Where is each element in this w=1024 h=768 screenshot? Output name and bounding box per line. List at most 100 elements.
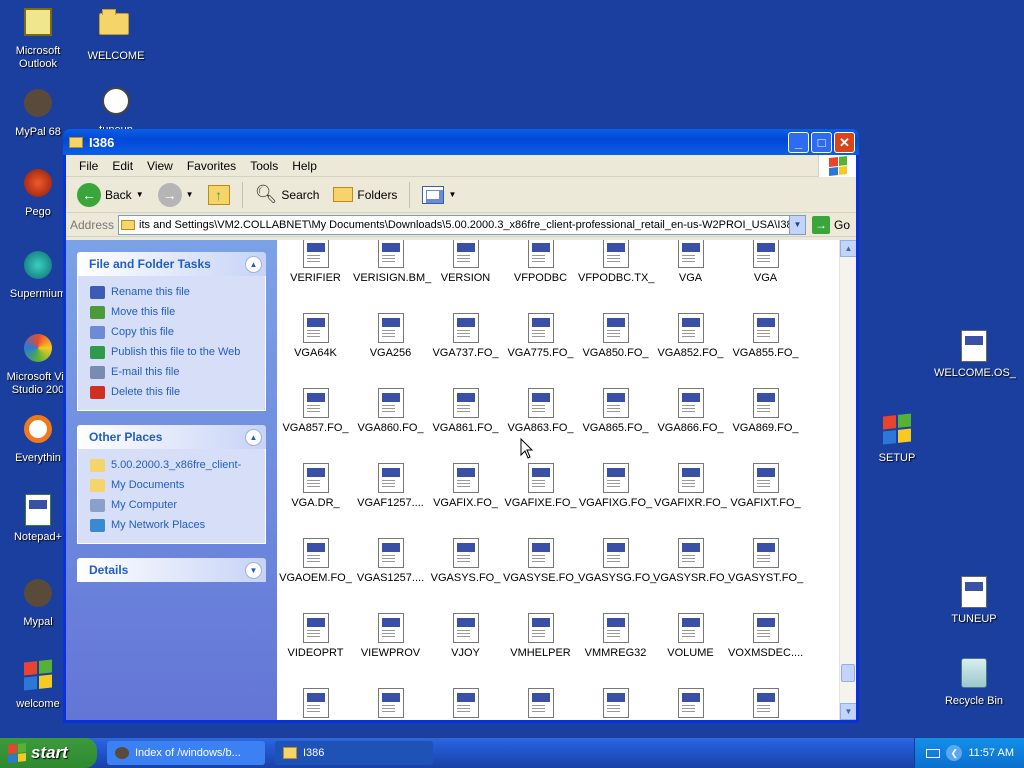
address-input[interactable]: its and Settings\VM2.COLLABNET\My Docume…	[118, 214, 806, 235]
file-item[interactable]: VERISIGN.BM_	[353, 240, 431, 284]
task-item[interactable]: Move this file	[90, 302, 255, 322]
file-item[interactable]: VGAFIXT.FO_	[728, 463, 803, 509]
file-item[interactable]: VGA.DR_	[278, 463, 353, 509]
forward-button[interactable]: → ▼	[153, 180, 199, 210]
scroll-up-button[interactable]: ▲	[840, 240, 856, 257]
expand-icon[interactable]: ▼	[245, 561, 262, 579]
panel-header[interactable]: Details ▼	[77, 558, 266, 582]
file-item[interactable]: VGAFIXE.FO_	[503, 463, 578, 509]
task-item[interactable]: Copy this file	[90, 322, 255, 342]
file-item[interactable]: VJOY	[428, 613, 503, 659]
task-item[interactable]: My Network Places	[90, 515, 255, 535]
file-item[interactable]: VGAFIXR.FO_	[653, 463, 728, 509]
taskbar-item-browser[interactable]: Index of /windows/b...	[107, 741, 265, 765]
file-item[interactable]	[578, 688, 653, 720]
file-item[interactable]: VMMREG32	[578, 613, 653, 659]
taskbar-item-i386[interactable]: I386	[275, 741, 433, 765]
task-item[interactable]: Publish this file to the Web	[90, 342, 255, 362]
file-item[interactable]	[428, 688, 503, 720]
file-item[interactable]	[353, 688, 428, 720]
menu-edit[interactable]: Edit	[105, 157, 140, 175]
file-item[interactable]: VFPODBC.TX_	[578, 240, 654, 284]
file-item[interactable]: VIDEOPRT	[278, 613, 353, 659]
file-item[interactable]: VGA775.FO_	[503, 313, 578, 359]
menu-tools[interactable]: Tools	[243, 157, 285, 175]
scroll-thumb[interactable]	[841, 664, 855, 682]
file-item[interactable]: VGA850.FO_	[578, 313, 653, 359]
file-item[interactable]: VGAF1257....	[353, 463, 428, 509]
file-item[interactable]	[728, 688, 803, 720]
menu-view[interactable]: View	[140, 157, 180, 175]
desktop-icon-welcome-os[interactable]: WELCOME.OS_	[934, 330, 1016, 380]
collapse-icon[interactable]: ▲	[245, 428, 262, 446]
go-button[interactable]: → Go	[806, 215, 856, 234]
scroll-down-button[interactable]: ▼	[840, 703, 856, 720]
file-item[interactable]: VGASYST.FO_	[728, 538, 803, 584]
task-item[interactable]: Rename this file	[90, 282, 255, 302]
menu-help[interactable]: Help	[285, 157, 324, 175]
task-item[interactable]: My Documents	[90, 475, 255, 495]
file-item[interactable]: VFPODBC	[503, 240, 578, 284]
task-item[interactable]: 5.00.2000.3_x86fre_client-	[90, 455, 255, 475]
folders-button[interactable]: Folders	[328, 184, 402, 205]
file-item[interactable]: VGASYSG.FO_	[578, 538, 656, 584]
file-item[interactable]: VGA869.FO_	[728, 388, 803, 434]
views-button[interactable]: ▼	[417, 183, 461, 207]
menu-file[interactable]: File	[72, 157, 105, 175]
menu-favorites[interactable]: Favorites	[180, 157, 243, 175]
start-button[interactable]: start	[0, 738, 97, 768]
show-hidden-icons-icon[interactable]: ❮	[946, 745, 963, 761]
file-item[interactable]: VGASYSR.FO_	[653, 538, 731, 584]
desktop-icon-tuneup-doc[interactable]: TUNEUP	[934, 576, 1014, 626]
file-item[interactable]: VGAFIXG.FO_	[578, 463, 653, 509]
file-item[interactable]: VMHELPER	[503, 613, 578, 659]
close-button[interactable]: ✕	[834, 131, 855, 153]
task-item[interactable]: E-mail this file	[90, 362, 255, 382]
file-item[interactable]: VGA863.FO_	[503, 388, 578, 434]
file-item[interactable]: VGAOEM.FO_	[278, 538, 353, 584]
desktop-icon-recycle-bin[interactable]: Recycle Bin	[934, 656, 1014, 708]
file-item[interactable]: VGA64K	[278, 313, 353, 359]
desktop-icon-welcome-folder[interactable]: WELCOME	[76, 5, 156, 63]
keyboard-icon[interactable]	[926, 748, 941, 758]
file-item[interactable]: VGA865.FO_	[578, 388, 653, 434]
file-item[interactable]: VIEWPROV	[353, 613, 428, 659]
file-item[interactable]: VGA852.FO_	[653, 313, 728, 359]
file-item[interactable]	[653, 688, 728, 720]
file-item[interactable]: VGA	[728, 240, 803, 284]
maximize-button[interactable]: □	[811, 131, 832, 153]
task-item[interactable]: My Computer	[90, 495, 255, 515]
up-button[interactable]: ↑	[203, 182, 235, 208]
collapse-icon[interactable]: ▲	[245, 255, 262, 273]
task-item[interactable]: Delete this file	[90, 382, 255, 402]
file-item[interactable]: VGAS1257....	[353, 538, 428, 584]
desktop-icon-tuneup[interactable]: tuneup	[76, 84, 156, 132]
file-item[interactable]: VGA861.FO_	[428, 388, 503, 434]
file-item[interactable]: VERIFIER	[278, 240, 353, 284]
file-item[interactable]: VGA	[653, 240, 728, 284]
file-item[interactable]: VGASYSE.FO_	[503, 538, 580, 584]
file-item[interactable]: VGASYS.FO_	[428, 538, 503, 584]
file-item[interactable]	[503, 688, 578, 720]
file-item[interactable]: VOXMSDEC....	[728, 613, 803, 659]
panel-header[interactable]: Other Places ▲	[77, 425, 266, 449]
file-item[interactable]: VGA857.FO_	[278, 388, 353, 434]
minimize-button[interactable]: _	[788, 131, 809, 153]
file-item[interactable]	[278, 688, 353, 720]
file-item[interactable]: VGA855.FO_	[728, 313, 803, 359]
file-item[interactable]: VGA256	[353, 313, 428, 359]
back-button[interactable]: ← Back ▼	[72, 180, 149, 210]
clock[interactable]: 11:57 AM	[968, 747, 1014, 759]
chevron-down-icon[interactable]: ▼	[788, 215, 805, 234]
panel-header[interactable]: File and Folder Tasks ▲	[77, 252, 266, 276]
file-item[interactable]: VERSION	[428, 240, 503, 284]
title-bar[interactable]: I386 _ □ ✕	[63, 129, 859, 155]
file-item[interactable]: VGA866.FO_	[653, 388, 728, 434]
desktop-icon-outlook[interactable]: Microsoft Outlook	[0, 5, 78, 71]
file-item[interactable]: VOLUME	[653, 613, 728, 659]
file-item[interactable]: VGAFIX.FO_	[428, 463, 503, 509]
desktop-icon-setup[interactable]: SETUP	[857, 412, 937, 465]
vertical-scrollbar[interactable]: ▲ ▼	[839, 240, 856, 720]
file-item[interactable]: VGA860.FO_	[353, 388, 428, 434]
search-button[interactable]: 🔍︎ Search	[250, 181, 325, 208]
